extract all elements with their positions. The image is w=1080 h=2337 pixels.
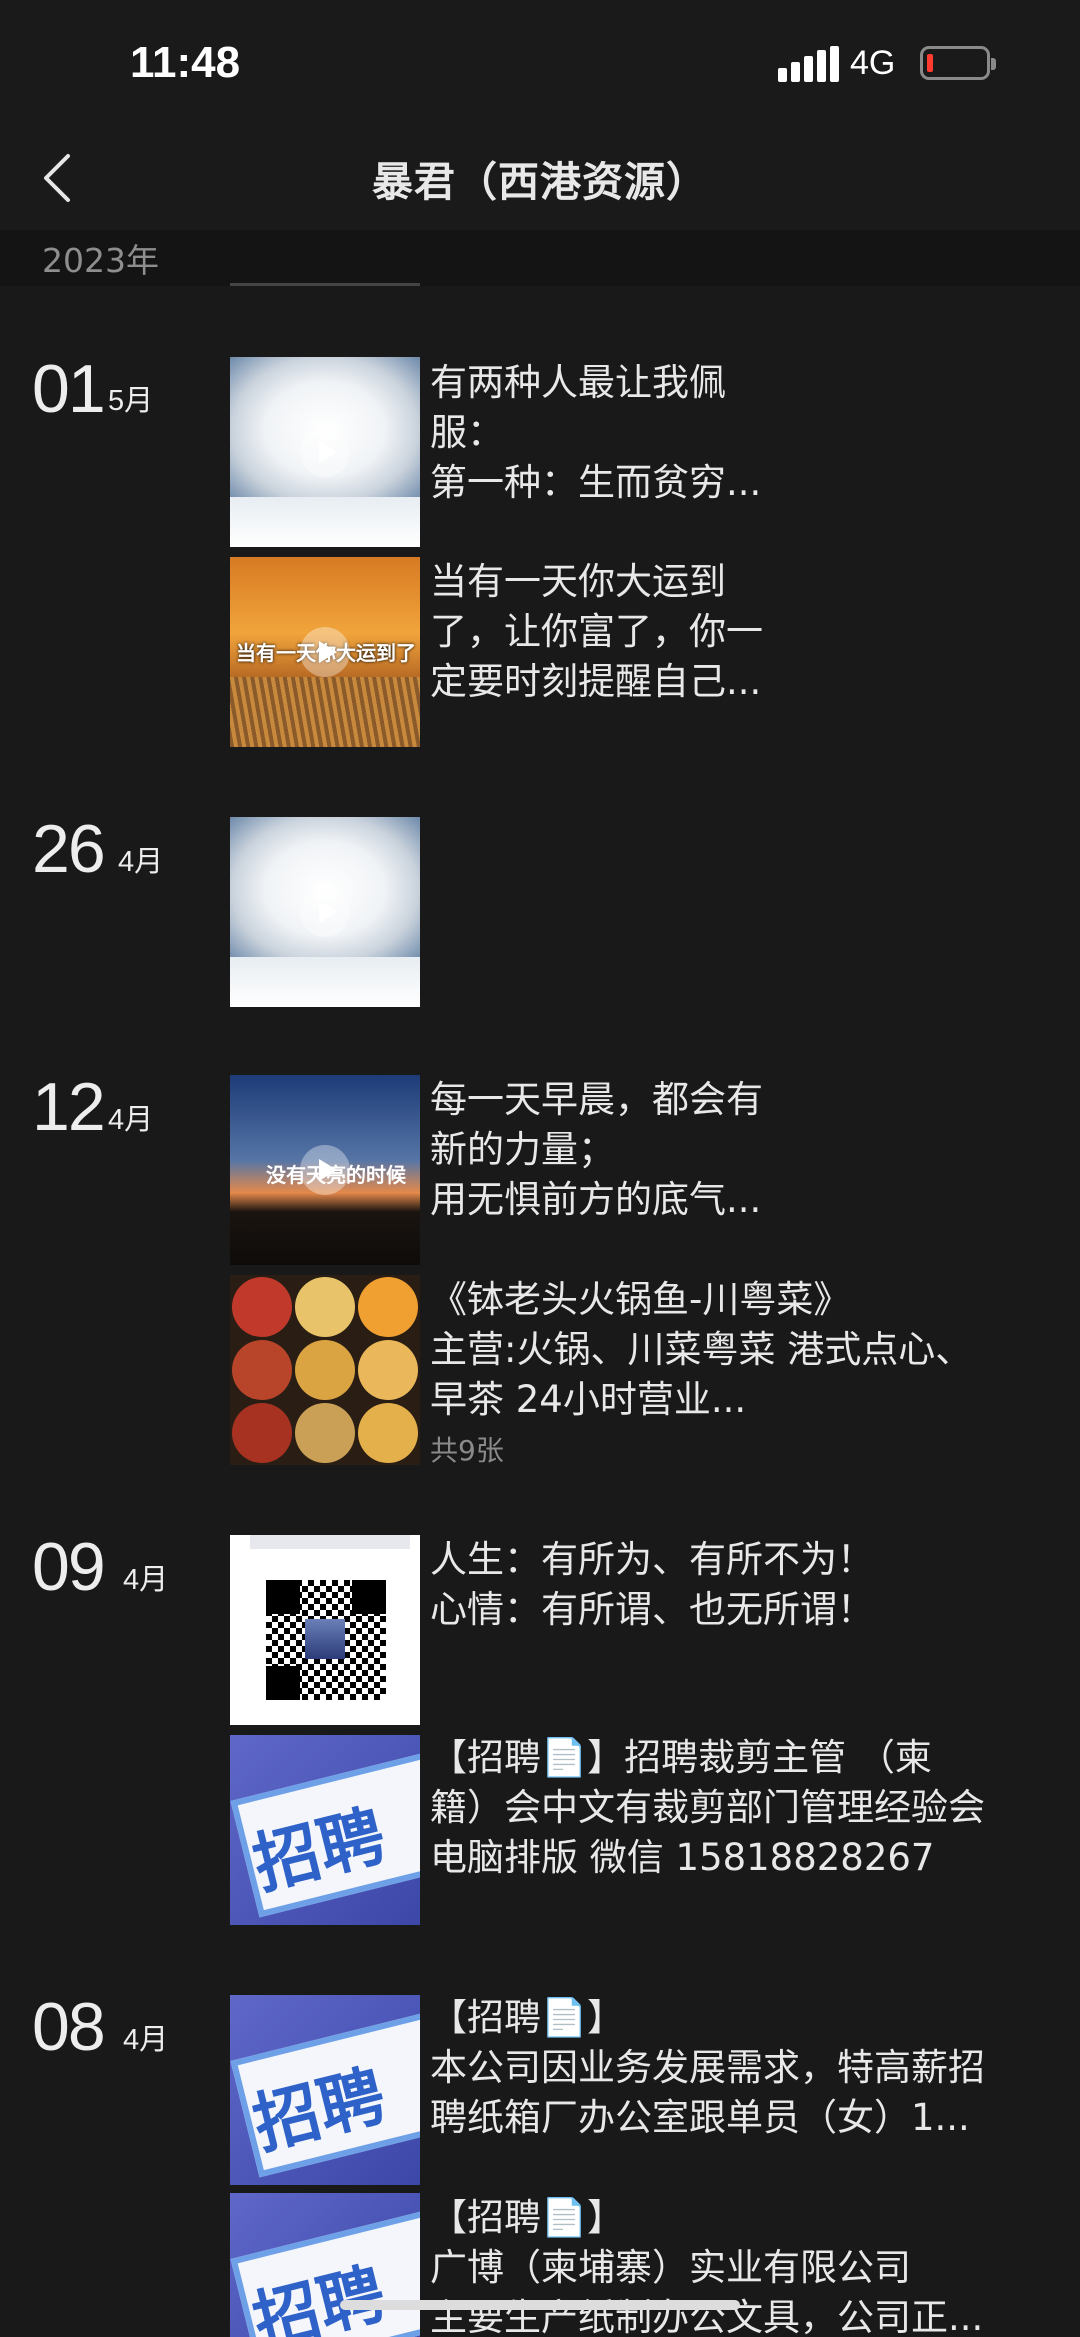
year-label: 2023年 [42,241,159,280]
post-text[interactable]: 人生：有所为、有所不为！ 心情：有所谓、也无所谓！ [430,1535,1070,1635]
date-month: 4月 [123,2024,169,2056]
image-count: 共9张 [430,1434,504,1467]
date-day: 09 [32,1529,106,1605]
status-bar: 11:48 4G [0,0,1080,130]
date-day: 01 [32,351,106,427]
post-thumbnail[interactable]: 没有天亮的时候 [230,1075,420,1265]
date-day: 26 [32,811,106,887]
post-text[interactable]: 每一天早晨，都会有 新的力量； 用无惧前方的底气... [430,1075,1070,1225]
post-text[interactable]: 【招聘📄】 广博（柬埔寨）实业有限公司 主要生产纸制办公文具，公司正... [430,2193,1075,2337]
date-month: 5月 [108,385,154,417]
date-day: 08 [32,1989,106,2065]
date-day: 12 [32,1069,106,1145]
post-thumbnail[interactable] [230,1535,420,1725]
date-month: 4月 [118,846,164,878]
date-month: 4月 [108,1104,154,1136]
post-thumbnail[interactable]: 招聘 [230,1735,420,1925]
post-text[interactable]: 当有一天你大运到 了，让你富了，你一 定要时刻提醒自己... [430,557,1070,707]
date-month: 4月 [123,1564,169,1596]
home-indicator[interactable] [340,2300,740,2310]
play-icon [300,887,350,937]
play-icon [300,427,350,477]
post-thumbnail[interactable]: 招聘 [230,1995,420,2185]
post-thumbnail[interactable]: 当有一天你大运到了 [230,557,420,747]
post-text[interactable]: 【招聘📄】招聘裁剪主管 （柬 籍）会中文有裁剪部门管理经验会 电脑排版 微信 1… [430,1733,1075,1883]
battery-icon [920,46,996,80]
network-type: 4G [850,44,896,82]
post-thumbnail[interactable] [230,817,420,1007]
post-text[interactable]: 《钵老头火锅鱼-川粤菜》 主营:火锅、川菜粤菜 港式点心、 早茶 24小时营业.… [430,1275,1075,1425]
post-thumbnail[interactable] [230,357,420,547]
status-time: 11:48 [130,38,241,87]
post-thumbnail[interactable]: 招聘 [230,2193,420,2337]
post-text[interactable]: 【招聘📄】 本公司因业务发展需求，特高薪招 聘纸箱厂办公室跟单员（女）1... [430,1993,1075,2143]
play-icon [300,627,350,677]
post-text[interactable]: 有两种人最让我佩 服： 第一种：生而贫穷... [430,358,1070,508]
divider [230,283,420,286]
play-icon [300,1145,350,1195]
nav-bar: 暴君（西港资源） [0,130,1080,230]
signal-icon [778,46,839,82]
page-title: 暴君（西港资源） [372,158,708,206]
post-thumbnail[interactable] [230,1275,420,1465]
year-header: 2023年 [0,230,1080,286]
